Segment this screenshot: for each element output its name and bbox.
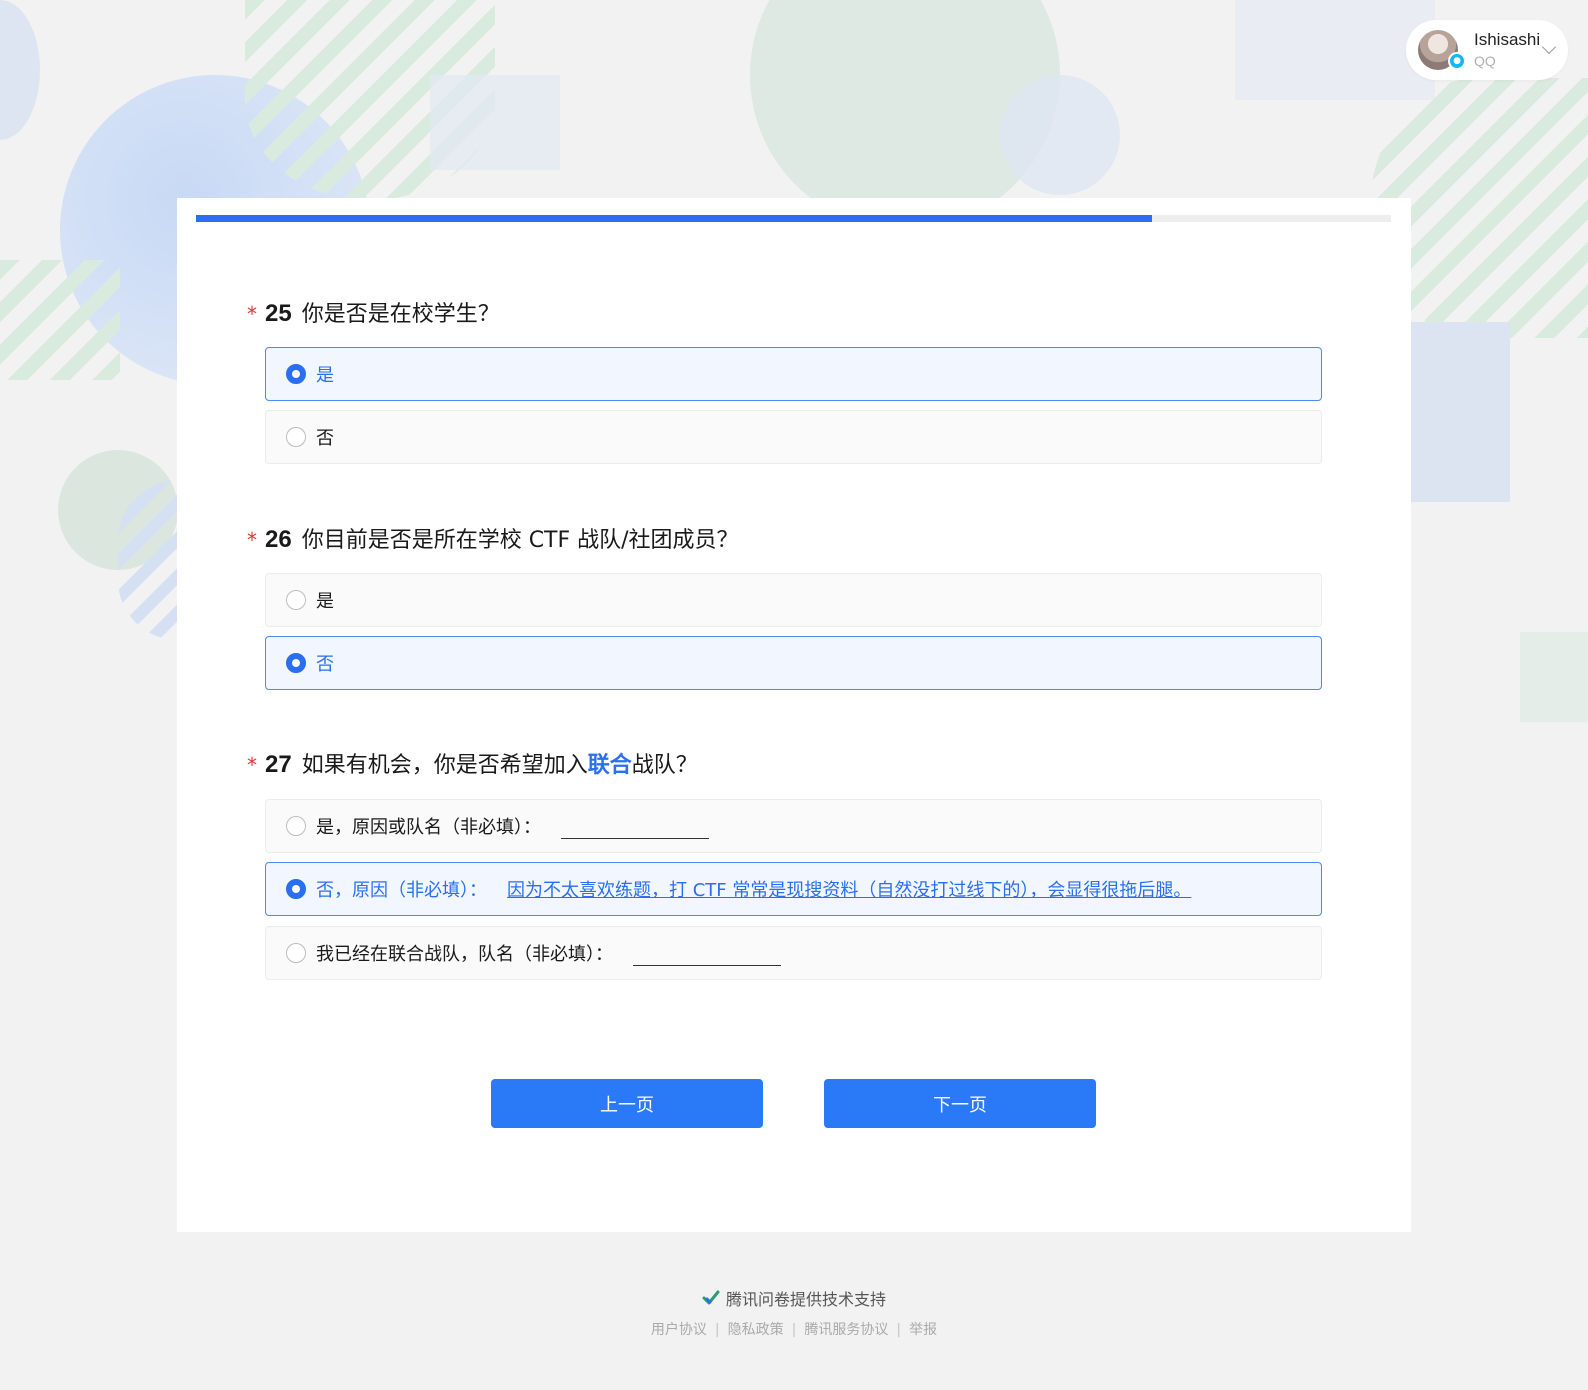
background-decoration [1235, 0, 1435, 100]
survey-card: * 25 你是否是在校学生？ 是 否 * 26 你目前是否是所在学校 CTF 战… [177, 198, 1411, 1232]
question-26: * 26 你目前是否是所在学校 CTF 战队/社团成员？ 是 否 [247, 522, 1327, 690]
question-text: 如果有机会，你是否希望加入联合战队？ [302, 747, 698, 779]
option-label: 是 [316, 365, 334, 386]
background-decoration [58, 450, 178, 570]
option-label: 否 [316, 428, 334, 449]
link-service-agreement[interactable]: 腾讯服务协议 [804, 1322, 888, 1338]
reason-input[interactable] [561, 813, 709, 839]
question-number: 26 [265, 526, 292, 553]
background-decoration [245, 0, 495, 200]
radio-button[interactable] [286, 427, 306, 447]
separator: | [896, 1322, 902, 1338]
question-title: * 26 你目前是否是所在学校 CTF 战队/社团成员？ [247, 522, 1327, 558]
team-name-input[interactable] [633, 940, 781, 966]
background-decoration [1410, 322, 1510, 502]
progress-fill [196, 215, 1152, 222]
background-decoration [750, 0, 1060, 230]
user-account-menu[interactable]: ● Ishisashi QQ [1406, 20, 1568, 80]
radio-button[interactable] [286, 943, 306, 963]
option-no[interactable]: 否 [265, 636, 1322, 690]
qq-icon: ● [1448, 52, 1466, 70]
tencent-survey-logo-icon [702, 1290, 720, 1305]
option-label: 否 [316, 654, 334, 675]
radio-button[interactable] [286, 590, 306, 610]
radio-button[interactable] [286, 816, 306, 836]
required-star: * [247, 302, 257, 326]
question-27: * 27 如果有机会，你是否希望加入联合战队？ 是，原因或队名（非必填）： 否，… [247, 747, 1327, 980]
question-text-part: 战队？ [631, 753, 698, 778]
question-title: * 25 你是否是在校学生？ [247, 296, 1327, 332]
option-label: 是 [316, 591, 334, 612]
link-user-agreement[interactable]: 用户协议 [651, 1322, 707, 1338]
question-text-highlight: 联合 [587, 753, 632, 778]
background-decoration [0, 260, 120, 380]
option-yes[interactable]: 是 [265, 347, 1322, 401]
option-label: 否，原因（非必填）： [316, 880, 487, 901]
radio-button[interactable] [286, 879, 306, 899]
background-decoration [1520, 632, 1588, 722]
avatar: ● [1418, 30, 1466, 70]
previous-page-button[interactable]: 上一页 [491, 1079, 763, 1128]
required-star: * [247, 753, 257, 777]
option-no[interactable]: 否 [265, 410, 1322, 464]
required-star: * [247, 528, 257, 552]
question-number: 27 [265, 751, 292, 778]
background-decoration [1000, 75, 1120, 195]
chevron-down-icon[interactable] [1541, 39, 1557, 55]
powered-by-text: 腾讯问卷提供技术支持 [725, 1290, 886, 1309]
question-text: 你目前是否是所在学校 CTF 战队/社团成员？ [301, 528, 739, 553]
login-source: QQ [1474, 53, 1496, 69]
option-yes-with-reason[interactable]: 是，原因或队名（非必填）： [265, 799, 1322, 853]
footer-links: 用户协议 | 隐私政策 | 腾讯服务协议 | 举报 [0, 1319, 1588, 1339]
option-yes[interactable]: 是 [265, 573, 1322, 627]
background-decoration [118, 480, 178, 640]
question-text-part: 如果有机会，你是否希望加入 [301, 753, 588, 778]
option-label: 是，原因或队名（非必填）： [316, 817, 541, 838]
option-label: 我已经在联合战队，队名（非必填）： [316, 944, 613, 965]
radio-button[interactable] [286, 653, 306, 673]
option-no-with-reason[interactable]: 否，原因（非必填）： 因为不太喜欢练题，打 CTF 常常是现搜资料（自然没打过线… [265, 862, 1322, 916]
link-privacy-policy[interactable]: 隐私政策 [728, 1322, 784, 1338]
footer: 腾讯问卷提供技术支持 用户协议 | 隐私政策 | 腾讯服务协议 | 举报 [0, 1286, 1588, 1339]
powered-by: 腾讯问卷提供技术支持 [702, 1286, 886, 1310]
radio-button[interactable] [286, 364, 306, 384]
question-25: * 25 你是否是在校学生？ 是 否 [247, 296, 1327, 464]
background-decoration [430, 75, 560, 170]
option-already-in-team[interactable]: 我已经在联合战队，队名（非必填）： [265, 926, 1322, 980]
question-number: 25 [265, 300, 292, 327]
separator: | [791, 1322, 797, 1338]
background-decoration [0, 0, 40, 140]
link-report[interactable]: 举报 [909, 1322, 937, 1338]
progress-bar [196, 215, 1391, 222]
separator: | [714, 1322, 720, 1338]
question-text: 你是否是在校学生？ [301, 302, 500, 327]
user-name: Ishisashi [1474, 30, 1541, 49]
reason-input[interactable]: 因为不太喜欢练题，打 CTF 常常是现搜资料（自然没打过线下的），会显得很拖后腿… [507, 876, 1191, 902]
next-page-button[interactable]: 下一页 [824, 1079, 1096, 1128]
question-title: * 27 如果有机会，你是否希望加入联合战队？ [247, 747, 1327, 783]
